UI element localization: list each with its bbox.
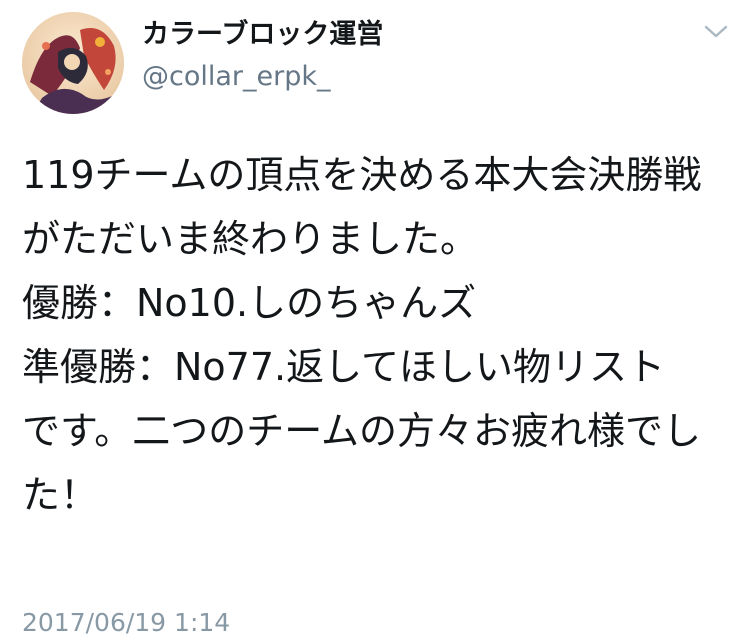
- avatar[interactable]: [22, 12, 124, 114]
- user-handle[interactable]: @collar_erpk_: [142, 58, 383, 96]
- author-names: カラーブロック運営 @collar_erpk_: [142, 16, 383, 96]
- display-name[interactable]: カラーブロック運営: [142, 16, 383, 54]
- tweet-card: カラーブロック運営 @collar_erpk_ 119チームの頂点を決める本大会…: [0, 0, 750, 643]
- tweet-header: カラーブロック運営 @collar_erpk_: [22, 12, 732, 114]
- chevron-down-icon[interactable]: [704, 24, 728, 40]
- tweet-timestamp[interactable]: 2017/06/19 1:14: [22, 607, 230, 639]
- avatar-illustration-icon: [22, 12, 124, 114]
- tweet-text: 119チームの頂点を決める本大会決勝戦がただいま終わりました。 優勝：No10.…: [22, 153, 702, 517]
